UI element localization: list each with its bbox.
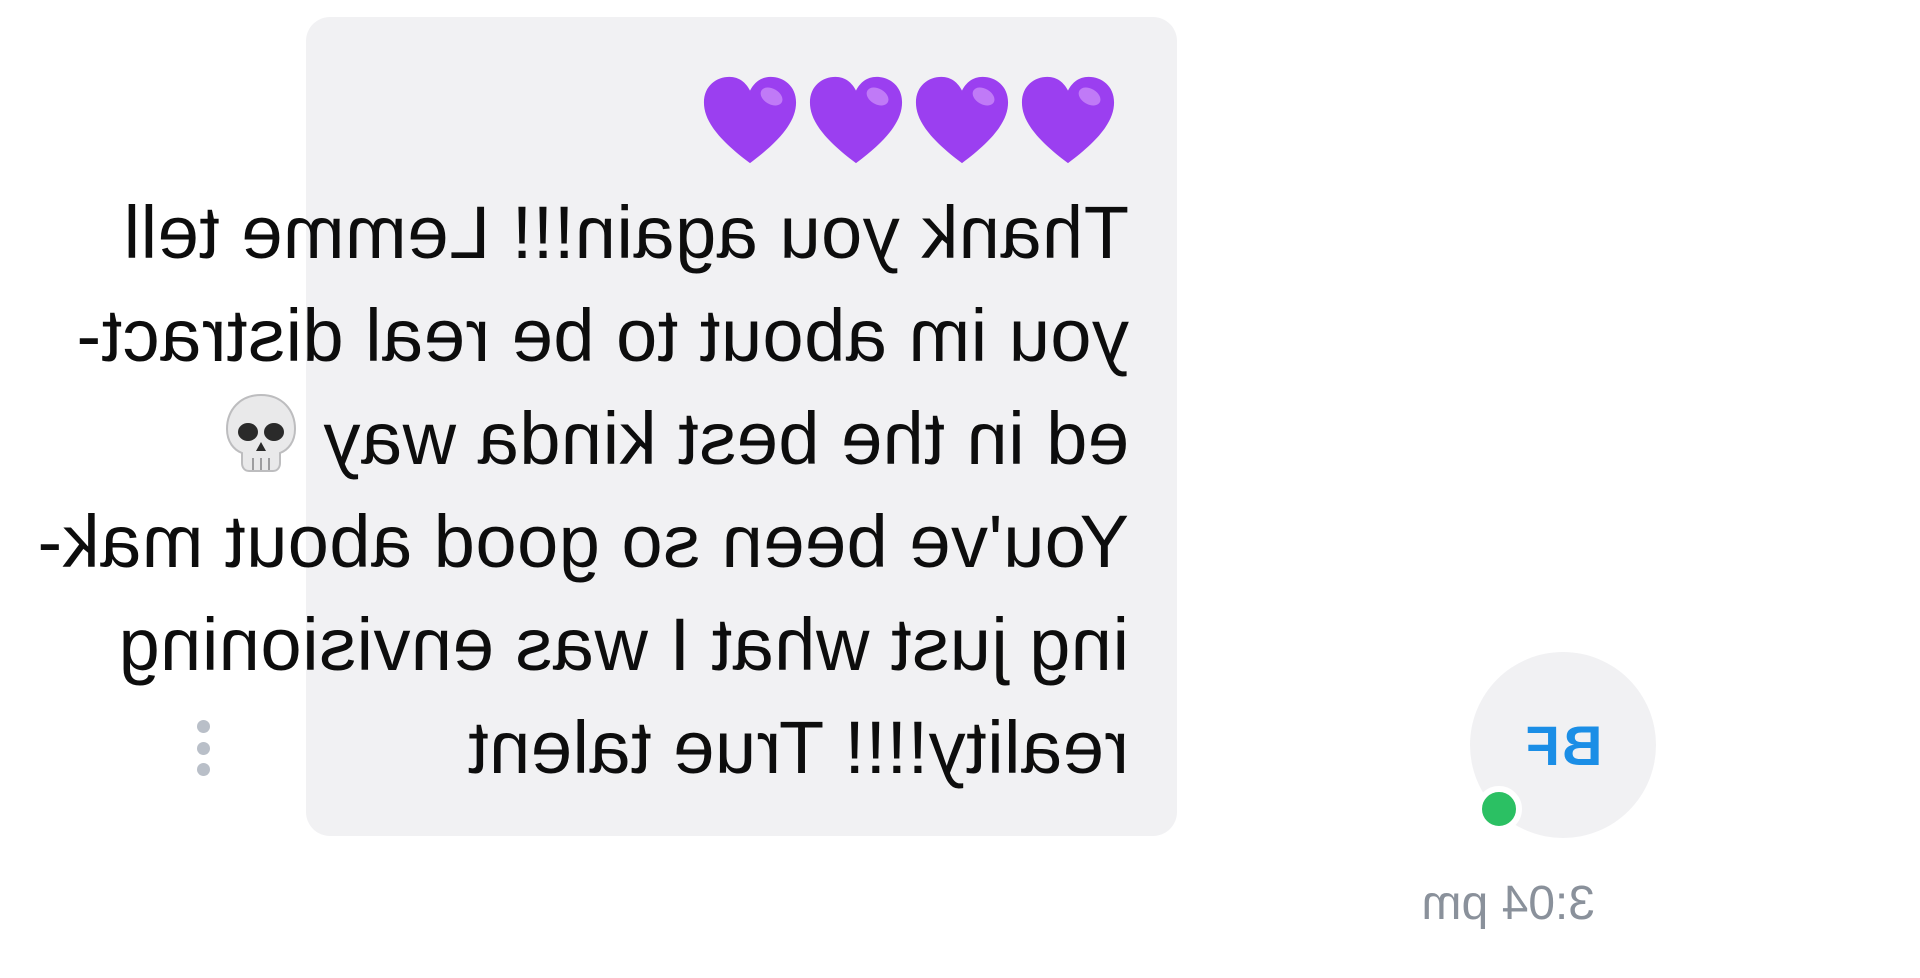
message-text-line: ing just what I was envisioning (118, 603, 1129, 686)
message-text-line: reality!!!! True talent (467, 706, 1129, 789)
purple-heart-icon (915, 76, 1009, 164)
more-options-button[interactable] (192, 720, 216, 776)
skull-icon (226, 394, 297, 473)
heart-emoji-row (330, 73, 1129, 181)
more-dot-icon (197, 763, 211, 776)
message-text-line: You've been so good about mak- (37, 500, 1129, 583)
message-bubble[interactable]: Thank you again!!! Lemme tell you im abo… (37, 17, 1177, 836)
chat-view: Thank you again!!! Lemme tell you im abo… (0, 0, 1920, 978)
message-text-line: you im about to be real distract- (75, 294, 1129, 377)
avatar-initials: BF (1523, 713, 1603, 777)
message-text-line: Thank you again!!! Lemme tell (123, 191, 1129, 274)
message-text-line: ed in the best kinda way (226, 387, 1129, 490)
purple-heart-icon (809, 76, 903, 164)
more-dot-icon (197, 720, 211, 733)
more-dot-icon (197, 741, 211, 755)
purple-heart-icon (1021, 76, 1115, 164)
purple-heart-icon (703, 76, 797, 164)
message-timestamp: 3:04 pm (1421, 877, 1595, 930)
message-text-segment: ed in the best kinda way (323, 397, 1129, 480)
online-status-indicator (1476, 786, 1522, 832)
